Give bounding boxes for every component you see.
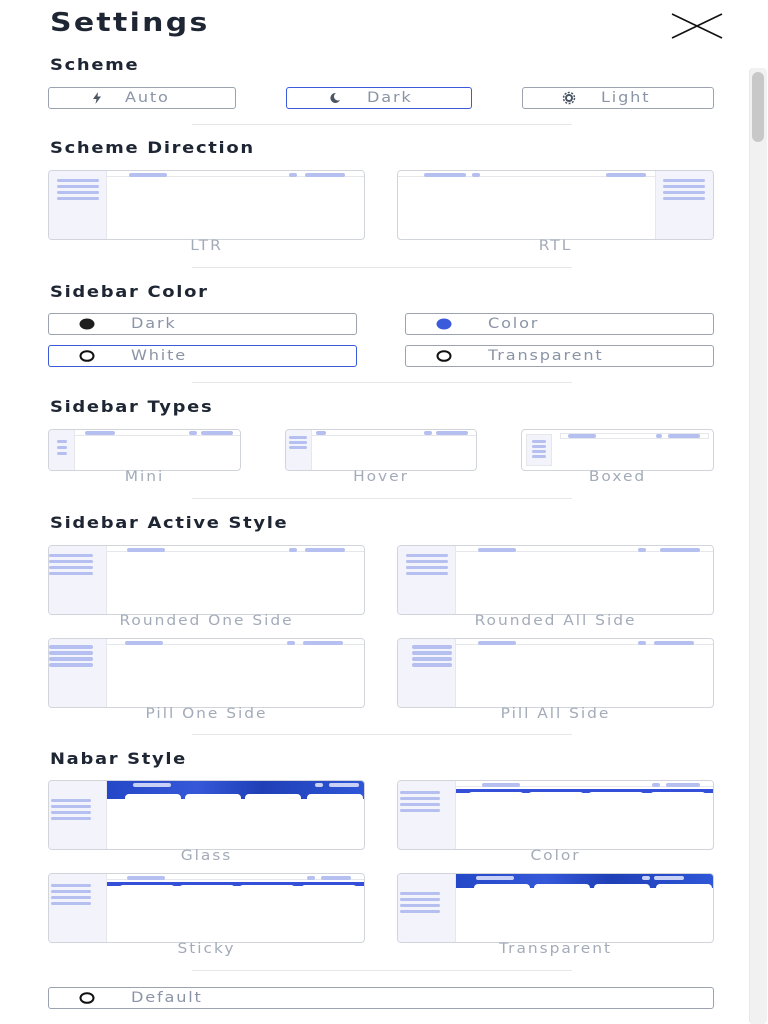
sidebar-types-heading: Sidebar Types bbox=[50, 397, 214, 416]
sidebar-color-white-button[interactable]: White bbox=[48, 345, 357, 367]
active-style-pill-all-side-option[interactable] bbox=[397, 638, 714, 708]
direction-ltr-label: LTR bbox=[190, 238, 223, 254]
navbar-style-sticky-option[interactable] bbox=[48, 873, 365, 943]
sidebar-type-hover-label: Hover bbox=[353, 469, 409, 485]
scheme-auto-button[interactable]: Auto bbox=[48, 87, 236, 109]
color-swatch-icon bbox=[436, 316, 452, 332]
active-style-rounded-one-side-option[interactable] bbox=[48, 545, 365, 615]
scheme-light-button[interactable]: Light bbox=[522, 87, 714, 109]
sidebar-color-transparent-button[interactable]: Transparent bbox=[405, 345, 714, 367]
close-button[interactable] bbox=[670, 12, 724, 40]
close-icon[interactable] bbox=[670, 12, 724, 40]
active-style-pill-one-side-label: Pill One Side bbox=[145, 706, 268, 722]
active-style-pill-one-side-option[interactable] bbox=[48, 638, 365, 708]
sidebar-color-dark-label: Dark bbox=[131, 316, 177, 332]
sidebar-active-style-heading: Sidebar Active Style bbox=[50, 513, 289, 532]
scheme-auto-label: Auto bbox=[125, 90, 170, 106]
divider bbox=[192, 970, 572, 971]
bolt-icon bbox=[89, 90, 105, 106]
moon-icon bbox=[327, 90, 343, 106]
navbar-style-color-option[interactable] bbox=[397, 780, 714, 850]
divider bbox=[192, 734, 572, 735]
divider bbox=[192, 382, 572, 383]
direction-ltr-option[interactable] bbox=[48, 170, 365, 240]
sidebar-color-white-label: White bbox=[131, 348, 188, 364]
navbar-style-glass-option[interactable] bbox=[48, 780, 365, 850]
sidebar-type-mini-label: Mini bbox=[124, 469, 165, 485]
divider bbox=[192, 124, 572, 125]
active-style-rounded-one-side-label: Rounded One Side bbox=[119, 613, 294, 629]
transparent-swatch-icon bbox=[436, 348, 452, 364]
sidebar-color-color-button[interactable]: Color bbox=[405, 313, 714, 335]
divider bbox=[192, 498, 572, 499]
navbar-style-sticky-label: Sticky bbox=[177, 941, 236, 957]
radio-icon bbox=[79, 990, 95, 1006]
divider bbox=[192, 267, 572, 268]
scrollbar-thumb[interactable] bbox=[752, 72, 764, 142]
navbar-style-glass-label: Glass bbox=[180, 848, 233, 864]
navbar-style-transparent-label: Transparent bbox=[499, 941, 612, 957]
active-style-pill-all-side-label: Pill All Side bbox=[500, 706, 611, 722]
dark-swatch-icon bbox=[79, 316, 95, 332]
navbar-style-color-label: Color bbox=[530, 848, 581, 864]
sidebar-type-boxed-label: Boxed bbox=[588, 469, 647, 485]
page-title: Settings bbox=[50, 8, 210, 38]
scheme-dark-label: Dark bbox=[367, 90, 413, 106]
sidebar-type-boxed-option[interactable] bbox=[521, 429, 714, 471]
scrollbar-track[interactable] bbox=[749, 68, 767, 1024]
sidebar-color-transparent-label: Transparent bbox=[488, 348, 604, 364]
scheme-light-label: Light bbox=[601, 90, 651, 106]
sidebar-color-heading: Sidebar Color bbox=[50, 282, 209, 301]
direction-rtl-option[interactable] bbox=[397, 170, 714, 240]
active-style-rounded-all-side-option[interactable] bbox=[397, 545, 714, 615]
scheme-heading: Scheme bbox=[50, 55, 140, 74]
settings-panel: Settings Scheme Auto Dark Light Scheme D… bbox=[0, 0, 768, 1024]
sidebar-color-color-label: Color bbox=[488, 316, 540, 332]
white-swatch-icon bbox=[79, 348, 95, 364]
sidebar-color-dark-button[interactable]: Dark bbox=[48, 313, 357, 335]
sidebar-type-mini-option[interactable] bbox=[48, 429, 241, 471]
active-style-rounded-all-side-label: Rounded All Side bbox=[474, 613, 637, 629]
direction-rtl-label: RTL bbox=[538, 238, 573, 254]
default-option-label: Default bbox=[131, 990, 203, 1006]
scheme-direction-heading: Scheme Direction bbox=[50, 138, 255, 157]
navbar-style-transparent-option[interactable] bbox=[397, 873, 714, 943]
default-option-button[interactable]: Default bbox=[48, 987, 714, 1009]
sun-icon bbox=[561, 90, 577, 106]
navbar-style-heading: Nabar Style bbox=[50, 749, 188, 768]
scheme-dark-button[interactable]: Dark bbox=[286, 87, 472, 109]
sidebar-type-hover-option[interactable] bbox=[285, 429, 477, 471]
